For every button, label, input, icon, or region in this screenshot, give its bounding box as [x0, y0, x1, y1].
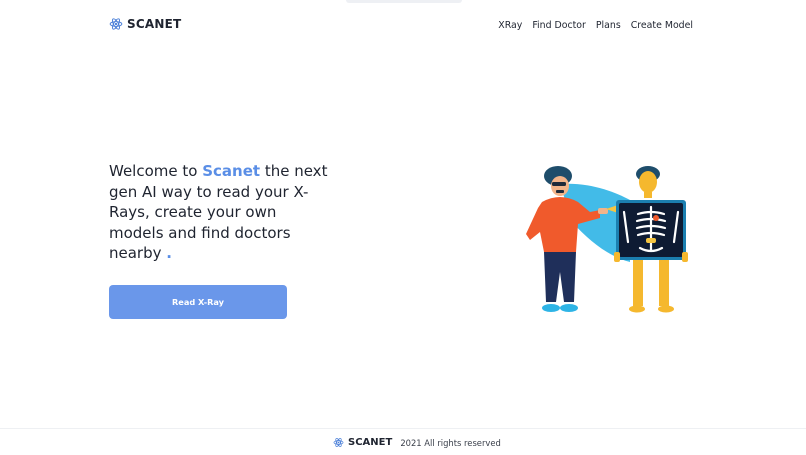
main-nav: XRay Find Doctor Plans Create Model — [498, 20, 693, 31]
site-header: SCANET XRay Find Doctor Plans Create Mod… — [0, 0, 806, 52]
brand-name: SCANET — [127, 17, 182, 31]
doctor-glasses — [552, 182, 566, 186]
doctor-mouth — [556, 190, 564, 193]
read-xray-button[interactable]: Read X-Ray — [109, 285, 287, 319]
patient-foot-right — [658, 305, 674, 313]
patient-leg-right — [659, 260, 669, 306]
doctor-xray-illustration — [526, 166, 688, 313]
footer-brand-name: SCANET — [348, 437, 393, 448]
xray-heart — [653, 215, 659, 221]
patient-hand-left — [614, 252, 620, 262]
brand-logo[interactable]: SCANET — [109, 17, 181, 31]
site-footer: SCANET 2021 All rights reserved — [0, 428, 806, 455]
nav-plans[interactable]: Plans — [596, 20, 621, 31]
atom-icon — [109, 18, 123, 30]
hero-accent-word: Scanet — [202, 162, 261, 180]
patient-hand-right — [682, 252, 688, 262]
patient-leg-left — [633, 260, 643, 306]
copyright-text: 2021 All rights reserved — [400, 437, 501, 448]
patient-foot-left — [629, 305, 645, 313]
patient-face — [639, 171, 657, 193]
doctor-shoe-left — [542, 304, 560, 312]
hero-period: . — [166, 244, 172, 262]
nav-create-model[interactable]: Create Model — [631, 20, 693, 31]
atom-icon — [333, 438, 344, 447]
nav-xray[interactable]: XRay — [498, 20, 522, 31]
doctor-shoe-right — [560, 304, 578, 312]
footer-content: SCANET 2021 All rights reserved — [333, 437, 501, 448]
hero-headline: Welcome to Scanet the next gen AI way to… — [109, 161, 329, 264]
nav-find-doctor[interactable]: Find Doctor — [532, 20, 586, 31]
xray-object — [646, 238, 656, 243]
hero-text-before: Welcome to — [109, 162, 203, 180]
patient-neck — [644, 192, 652, 198]
doctor-legs — [544, 252, 576, 302]
